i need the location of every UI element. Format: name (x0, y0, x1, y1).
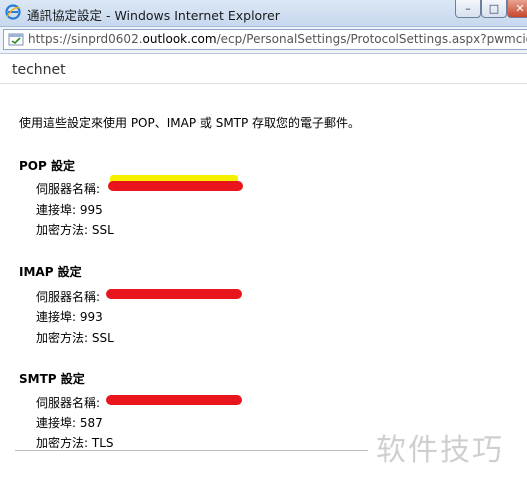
maximize-icon: □ (488, 2, 500, 15)
smtp-port-value: 587 (79, 416, 103, 430)
imap-section-title: IMAP 設定 (19, 265, 82, 279)
url-field[interactable]: https://sinprd0602.outlook.com/ecp/Perso… (3, 29, 527, 50)
imap-server-redaction (106, 289, 242, 299)
imap-encryption-row: 加密方法: SSL (36, 331, 114, 345)
pop-encryption-row: 加密方法: SSL (36, 223, 114, 237)
smtp-port-row: 連接埠: 587 (36, 416, 103, 430)
smtp-encryption-value: TLS (91, 436, 114, 450)
internet-explorer-icon (5, 4, 21, 20)
pop-section-title: POP 設定 (19, 159, 75, 173)
page-header: technet (0, 54, 527, 84)
pop-port-value: 995 (79, 203, 103, 217)
close-icon: ✕ (515, 2, 525, 15)
smtp-server-label: 伺服器名稱: (36, 396, 101, 410)
url-text: https://sinprd0602.outlook.com/ecp/Perso… (28, 32, 527, 46)
pop-port-row: 連接埠: 995 (36, 203, 103, 217)
imap-port-row: 連接埠: 993 (36, 310, 103, 324)
pop-server-label: 伺服器名稱: (36, 182, 101, 196)
imap-encryption-value: SSL (91, 331, 114, 345)
imap-server-label: 伺服器名稱: (36, 290, 101, 304)
window-titlebar: 通訊協定設定 - Windows Internet Explorer – □ ✕ (0, 0, 527, 27)
window-title: 通訊協定設定 - Windows Internet Explorer (27, 8, 280, 23)
watermark-text: 软件技巧 (376, 433, 504, 468)
page-icon (8, 32, 24, 47)
address-bar: https://sinprd0602.outlook.com/ecp/Perso… (0, 27, 527, 54)
smtp-encryption-row: 加密方法: TLS (36, 436, 114, 450)
smtp-server-redaction (106, 395, 242, 405)
imap-port-value: 993 (79, 310, 103, 324)
maximize-button[interactable]: □ (481, 0, 507, 18)
pop-encryption-value: SSL (91, 223, 114, 237)
content-divider (15, 450, 368, 451)
close-button[interactable]: ✕ (507, 0, 527, 18)
pop-server-redaction (108, 181, 243, 191)
minimize-button[interactable]: – (455, 0, 481, 18)
minimize-icon: – (465, 2, 471, 15)
smtp-section-title: SMTP 設定 (19, 372, 85, 386)
intro-text: 使用這些設定來使用 POP、IMAP 或 SMTP 存取您的電子郵件。 (19, 116, 361, 130)
brand-label: technet (12, 62, 66, 78)
